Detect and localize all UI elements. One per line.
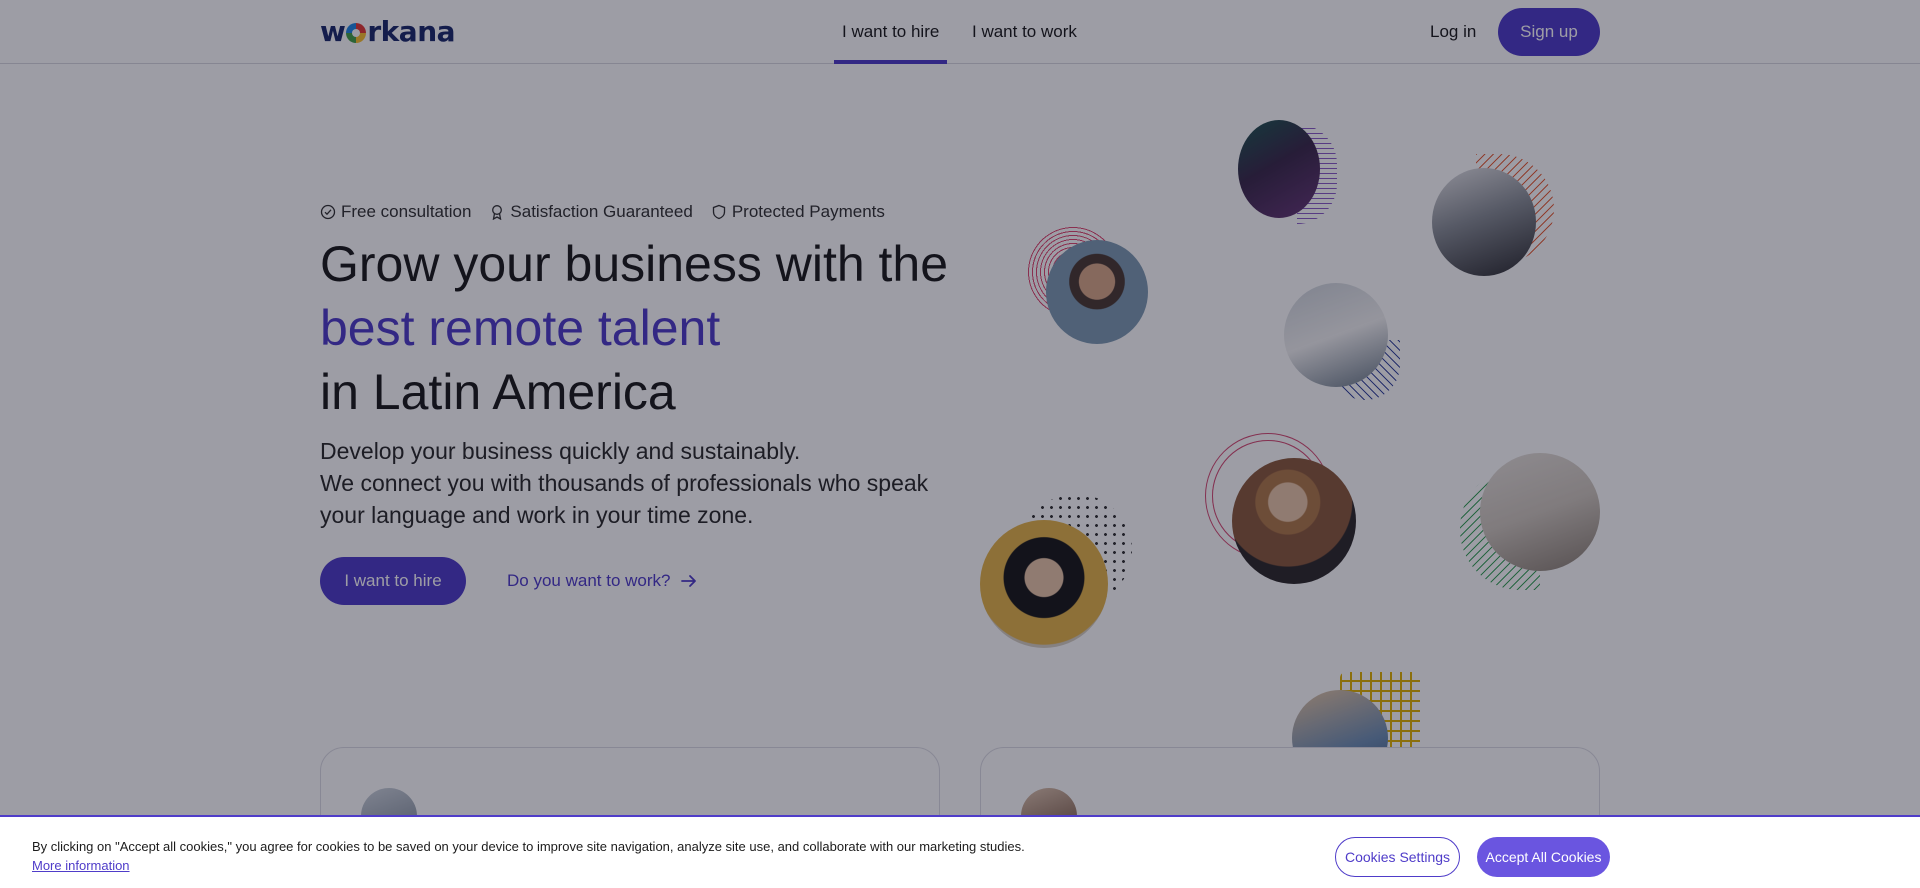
cookie-message: By clicking on "Accept all cookies," you… bbox=[32, 839, 1025, 854]
cookies-settings-button[interactable]: Cookies Settings bbox=[1335, 837, 1460, 877]
page-dim-overlay bbox=[0, 0, 1920, 888]
cookie-consent-banner: By clicking on "Accept all cookies," you… bbox=[0, 815, 1920, 888]
more-information-link[interactable]: More information bbox=[32, 858, 130, 873]
accept-all-cookies-button[interactable]: Accept All Cookies bbox=[1477, 837, 1610, 877]
cookie-consent-text: By clicking on "Accept all cookies," you… bbox=[32, 837, 1042, 875]
